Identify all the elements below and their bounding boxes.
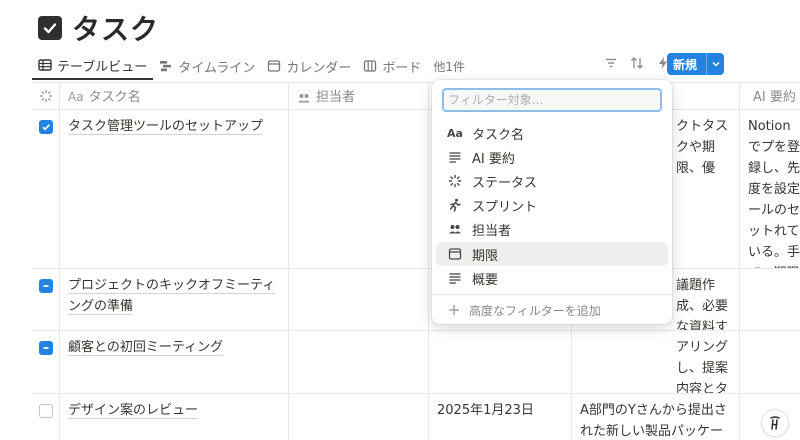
people-icon <box>298 93 310 102</box>
database-table: Aa タスク名 担当者 AI 要約 タスク管理ツールのセットアップ クトタスクや… <box>32 82 800 440</box>
tab-label: タイムライン <box>178 60 256 76</box>
assignee-cell[interactable] <box>289 331 429 393</box>
board-icon <box>363 59 377 73</box>
filter-option-label: 担当者 <box>472 223 512 239</box>
filter-option-label: スプリント <box>472 199 538 215</box>
summary-text: アリングし、提案内容とタイムラインをまとめる。 <box>676 340 729 393</box>
filter-option-label: タスク名 <box>472 127 525 143</box>
name-column-header[interactable]: Aa タスク名 <box>60 83 289 109</box>
people-icon <box>448 222 462 236</box>
status-cell[interactable] <box>32 394 60 440</box>
more-views-button[interactable]: 他1件 <box>427 58 471 75</box>
ai-summary-cell[interactable]: Notionでプを登録し、先度を設定ールのセットれている。手で、期限日。 <box>740 110 800 268</box>
task-name-cell[interactable]: デザイン案のレビュー <box>60 394 289 440</box>
task-name-cell[interactable]: 顧客との初回ミーティング <box>60 331 289 393</box>
text-property-icon: Aa <box>447 126 463 140</box>
status-icon <box>39 89 52 103</box>
task-name[interactable]: タスク管理ツールのセットアップ <box>68 119 264 135</box>
calendar-icon <box>448 247 462 261</box>
chevron-down-icon[interactable] <box>706 53 724 75</box>
task-name-cell[interactable]: タスク管理ツールのセットアップ <box>60 110 289 268</box>
date-cell[interactable]: 2025年1月23日 <box>429 394 572 440</box>
filter-option-status[interactable]: ステータス <box>436 169 668 193</box>
table-row[interactable]: プロジェクトのキックオフミーティングの準備 議題作成、必要な資料する。 <box>32 269 800 331</box>
header-label: タスク名 <box>88 90 141 105</box>
new-button-label: 新規 <box>673 57 698 72</box>
assignee-column-header[interactable]: 担当者 <box>289 83 429 109</box>
text-property-icon: Aa <box>68 90 84 104</box>
ai-summary-cell[interactable] <box>740 269 800 330</box>
date-cell[interactable] <box>429 331 572 393</box>
sort-icon[interactable] <box>628 54 646 72</box>
task-name[interactable]: 顧客との初回ミーティング <box>68 340 224 356</box>
table-row[interactable]: タスク管理ツールのセットアップ クトタスクや期限、優 Notionでプを登録し、… <box>32 110 800 269</box>
filter-option-ai-summary[interactable]: AI 要約 <box>436 145 668 169</box>
status-column-header[interactable] <box>32 83 60 109</box>
calendar-icon <box>267 59 281 73</box>
status-cell[interactable] <box>32 110 60 268</box>
ai-summary-column-header[interactable]: AI 要約 <box>740 83 800 109</box>
checkbox-empty-icon[interactable] <box>38 404 53 418</box>
checkbox-partial-icon[interactable] <box>38 279 53 293</box>
header-label: 担当者 <box>316 90 356 105</box>
tab-label: カレンダー <box>286 60 352 76</box>
tab-label: テーブルビュー <box>57 59 148 75</box>
plus-icon <box>449 305 459 315</box>
tab-timeline[interactable]: タイムライン <box>153 52 261 80</box>
filter-option-label: 概要 <box>472 272 499 288</box>
summary-cell[interactable]: A部門のYさんから提出された新しい製品パッケージのデザイン案を、マーケティング <box>572 394 740 440</box>
tab-label: ボード <box>382 60 422 76</box>
table-icon <box>38 58 52 72</box>
checkbox-partial-icon[interactable] <box>38 341 53 355</box>
ai-summary-cell[interactable] <box>740 331 800 393</box>
filter-search-input[interactable] <box>442 88 662 112</box>
filter-icon[interactable] <box>602 54 620 72</box>
assignee-cell[interactable] <box>289 110 429 268</box>
filter-option-label: ステータス <box>472 175 538 191</box>
table-header-row: Aa タスク名 担当者 AI 要約 <box>32 83 800 110</box>
tab-board[interactable]: ボード <box>357 52 427 80</box>
ai-summary-text: Notionでプを登録し、先度を設定ールのセットれている。手で、期限日。 <box>748 119 800 268</box>
task-name-cell[interactable]: プロジェクトのキックオフミーティングの準備 <box>60 269 289 330</box>
filter-option-task-name[interactable]: Aa タスク名 <box>436 121 668 145</box>
assignee-cell[interactable] <box>289 269 429 330</box>
filter-popup: Aa タスク名 AI 要約 ステータス スプリント 担当者 期限 概 <box>432 80 672 324</box>
runner-icon <box>448 198 462 212</box>
page-checkbox-icon <box>38 16 62 40</box>
task-name[interactable]: デザイン案のレビュー <box>68 403 199 419</box>
status-icon <box>448 174 462 188</box>
new-button[interactable]: 新規 <box>667 53 724 75</box>
filter-option-label: AI 要約 <box>472 151 515 167</box>
lines-icon <box>448 271 462 285</box>
popup-divider <box>432 294 672 295</box>
timeline-icon <box>159 59 173 73</box>
tab-table-view[interactable]: テーブルビュー <box>32 52 154 80</box>
checkbox-checked-icon[interactable] <box>38 120 53 134</box>
page-header: タスク <box>38 8 159 48</box>
status-cell[interactable] <box>32 269 60 330</box>
header-label: AI 要約 <box>753 90 796 105</box>
filter-option-sprint[interactable]: スプリント <box>436 193 668 217</box>
summary-text: 議題作成、必要な資料する。 <box>676 278 729 330</box>
summary-text: クトタスクや期限、優 <box>676 119 729 176</box>
page-title[interactable]: タスク <box>72 8 159 48</box>
filter-option-overview[interactable]: 概要 <box>436 266 668 290</box>
lines-icon <box>448 150 462 164</box>
add-advanced-filter-button[interactable]: 高度なフィルターを追加 <box>436 299 668 321</box>
filter-option-label: 期限 <box>472 248 499 264</box>
summary-cell[interactable]: アリングし、提案内容とタイムラインをまとめる。 <box>572 331 740 393</box>
advanced-filter-label: 高度なフィルターを追加 <box>469 303 601 318</box>
filter-option-assignee[interactable]: 担当者 <box>436 217 668 241</box>
table-row[interactable]: 顧客との初回ミーティング アリングし、提案内容とタイムラインをまとめる。 <box>32 331 800 394</box>
ai-face-icon <box>770 416 780 430</box>
status-cell[interactable] <box>32 331 60 393</box>
notion-ai-button[interactable] <box>761 409 789 437</box>
table-row[interactable]: デザイン案のレビュー 2025年1月23日 A部門のYさんから提出された新しい製… <box>32 394 800 440</box>
filter-option-due-date[interactable]: 期限 <box>436 242 668 266</box>
assignee-cell[interactable] <box>289 394 429 440</box>
tab-calendar[interactable]: カレンダー <box>261 52 357 80</box>
task-name[interactable]: プロジェクトのキックオフミーティングの準備 <box>68 278 276 315</box>
